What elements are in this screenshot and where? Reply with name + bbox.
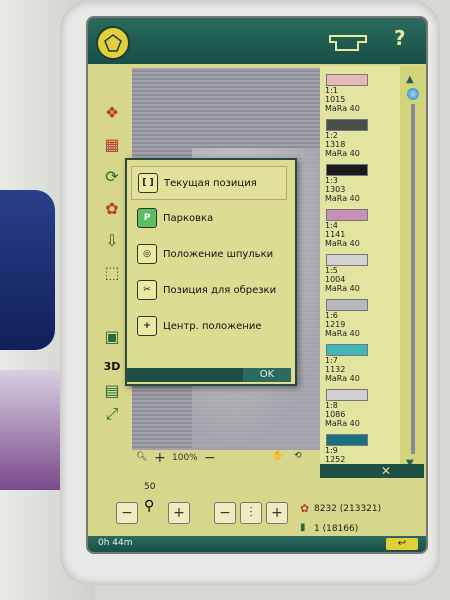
zoom-bar: 🔍︎ + 100% − ✋ ⟲ xyxy=(132,450,322,468)
position-menu: [ ] Текущая позиция P Парковка ◎ Положен… xyxy=(125,158,297,386)
ok-button[interactable]: OK xyxy=(243,368,291,382)
menu-item-label: Позиция для обрезки xyxy=(163,284,277,296)
grid-view-icon[interactable]: ▣ xyxy=(98,324,126,348)
pattern-grid-icon[interactable]: ▤ xyxy=(98,378,126,402)
color-swatch[interactable] xyxy=(326,164,368,176)
color-swatch[interactable] xyxy=(326,299,368,311)
resize-tool-icon[interactable]: ▦ xyxy=(98,132,126,156)
menu-footer xyxy=(127,368,243,382)
menu-item-label: Положение шпульки xyxy=(163,248,274,260)
color-swatch[interactable] xyxy=(326,254,368,266)
tension-icon: ⫶ xyxy=(240,502,262,524)
color-panel-footer xyxy=(320,464,424,478)
color-swatch[interactable] xyxy=(326,74,368,86)
color-label: 1:4 1141 MaRa 40 xyxy=(325,221,360,248)
menu-item-current-position[interactable]: [ ] Текущая позиция xyxy=(131,166,287,200)
color-label: 1:3 1303 MaRa 40 xyxy=(325,176,360,203)
close-icon[interactable]: ✕ xyxy=(374,464,398,478)
bottom-controls: − 50 ⚲ + − ⫶ + ✿ 8232 (213321) ▮ 1 (1816… xyxy=(88,480,426,536)
current-position-icon: [ ] xyxy=(138,173,158,193)
menu-item-parking[interactable]: P Парковка xyxy=(131,202,285,234)
center-position-icon: + xyxy=(137,316,157,336)
home-logo-icon[interactable] xyxy=(96,26,130,60)
tension-decrease-button[interactable]: − xyxy=(214,502,236,524)
color-label: 1:2 1318 MaRa 40 xyxy=(325,131,360,158)
speed-value: 50 xyxy=(144,482,156,492)
color-list-panel: 1:1 1015 MaRa 40 1:2 1318 MaRa 40 1:3 13… xyxy=(320,66,400,473)
color-swatch[interactable] xyxy=(326,389,368,401)
speed-decrease-button[interactable]: − xyxy=(116,502,138,524)
device-blue-accent xyxy=(0,190,55,350)
speed-dial-icon: ⚲ xyxy=(144,498,155,514)
color-scrollbar[interactable]: ▲ ▼ xyxy=(400,66,426,472)
menu-item-label: Текущая позиция xyxy=(164,177,257,189)
elapsed-time: 0h 44m xyxy=(98,538,133,548)
color-swatch[interactable] xyxy=(326,209,368,221)
parking-icon: P xyxy=(137,208,157,228)
zoom-in-button[interactable]: + xyxy=(154,450,166,466)
scroll-up-icon[interactable]: ▲ xyxy=(406,74,414,85)
fit-screen-icon[interactable]: ⤢ xyxy=(98,402,126,426)
color-label: 1:5 1004 MaRa 40 xyxy=(325,266,360,293)
menu-item-bobbin-position[interactable]: ◎ Положение шпульки xyxy=(131,238,285,270)
move-tool-icon[interactable]: ❖ xyxy=(98,100,126,124)
view-3d-button[interactable]: 3D xyxy=(98,354,126,378)
multi-color-tool-icon[interactable]: ✿ xyxy=(98,196,126,220)
back-arrow-icon[interactable]: ↩ xyxy=(386,538,418,550)
device-purple-accent xyxy=(0,370,65,490)
trim-position-icon: ✂ xyxy=(137,280,157,300)
color-label: 1:1 1015 MaRa 40 xyxy=(325,86,360,113)
color-count: 1 (18166) xyxy=(314,524,359,534)
scroll-thumb[interactable] xyxy=(407,88,419,100)
hand-pan-icon[interactable]: ✋ xyxy=(272,451,283,461)
stitch-icon: ✿ xyxy=(300,502,310,515)
status-bar: 0h 44m ↩ xyxy=(88,536,426,552)
menu-item-trim-position[interactable]: ✂ Позиция для обрезки xyxy=(131,274,285,306)
menu-item-label: Центр. положение xyxy=(163,320,262,332)
thread-spool-icon: ▮ xyxy=(300,522,306,533)
menu-item-label: Парковка xyxy=(163,212,214,224)
undo-icon[interactable]: ⟲ xyxy=(294,451,302,461)
zoom-level: 100% xyxy=(172,453,198,463)
color-swatch[interactable] xyxy=(326,344,368,356)
scroll-track xyxy=(411,104,415,454)
sewing-machine-icon[interactable] xyxy=(326,28,376,56)
rotate-tool-icon[interactable]: ⟳ xyxy=(98,164,126,188)
zoom-magnifier-icon[interactable]: 🔍︎ xyxy=(136,452,147,462)
menu-item-center-position[interactable]: + Центр. положение xyxy=(131,310,285,342)
top-bar: ? xyxy=(88,18,426,64)
color-swatch[interactable] xyxy=(326,434,368,446)
color-swatch[interactable] xyxy=(326,119,368,131)
zoom-out-button[interactable]: − xyxy=(204,450,216,466)
bobbin-position-icon: ◎ xyxy=(137,244,157,264)
import-tool-icon[interactable]: ⇩ xyxy=(98,228,126,252)
frame-tool-icon[interactable]: ⬚ xyxy=(98,260,126,284)
color-label: 1:7 1132 MaRa 40 xyxy=(325,356,360,383)
tension-increase-button[interactable]: + xyxy=(266,502,288,524)
stitch-count: 8232 (213321) xyxy=(314,504,382,514)
speed-increase-button[interactable]: + xyxy=(168,502,190,524)
color-label: 1:8 1086 MaRa 40 xyxy=(325,401,360,428)
help-icon[interactable]: ? xyxy=(394,26,406,50)
color-label: 1:6 1219 MaRa 40 xyxy=(325,311,360,338)
